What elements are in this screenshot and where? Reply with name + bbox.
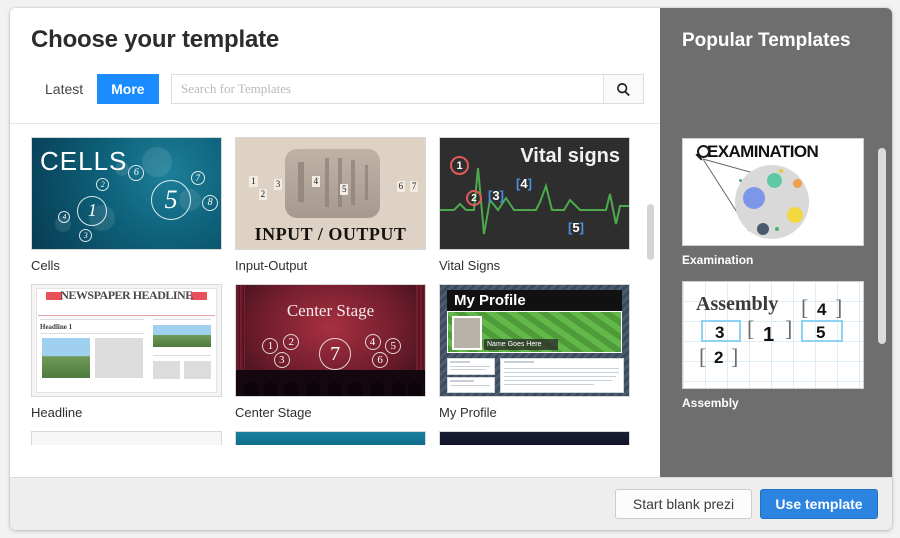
thumb-number: 3 [79,229,93,243]
tab-more[interactable]: More [97,74,159,104]
template-grid: CELLS 1 5 2 3 4 6 7 8 Cells 1 2 3 4 5 6 … [31,137,631,445]
search-button[interactable] [603,75,643,103]
template-card-headline[interactable]: NEWSPAPER HEADLINE Headline 1 Headline [31,284,222,421]
thumb-number: 4 [520,176,528,191]
search-input[interactable] [172,75,603,103]
template-label: Vital Signs [439,258,501,273]
template-card-cells[interactable]: CELLS 1 5 2 3 4 6 7 8 Cells [31,137,222,274]
start-blank-prezi-button[interactable]: Start blank prezi [615,489,752,519]
template-card-input-output[interactable]: 1 2 3 4 5 6 7 INPUT / OUTPUT Input-Outpu… [235,137,426,274]
template-thumbnail: Vital signs 1 2 [3] [4] [5] [439,137,630,250]
sidebar-template-list: EXAMINATION Examination Assembly [1] [… [682,138,864,424]
thumb-number: 3 [492,188,500,203]
thumb-number: 7 [190,171,205,186]
thumb-title: My Profile [454,292,526,309]
template-card-my-profile[interactable]: My Profile Name Goes Here My Profile [439,284,630,421]
thumb-title: INPUT / OUTPUT [254,224,407,244]
template-thumbnail: 1 2 3 4 5 6 7 INPUT / OUTPUT [235,137,426,250]
template-thumbnail: CELLS 1 5 2 3 4 6 7 8 [31,137,222,250]
template-card-center-stage[interactable]: Center Stage 7 1 2 3 4 5 6 Center Stage [235,284,426,421]
template-chooser-dialog: Choose your template Latest More Search … [10,8,892,530]
thumb-number: 1 [450,156,469,175]
thumb-title: Vital signs [520,145,620,167]
sidebar-scrollbar-thumb[interactable] [878,148,886,344]
thumb-number: 7 [319,338,352,371]
thumb-number: 3 [273,351,290,368]
thumb-number: 4 [364,333,381,350]
thumb-number: 2 [466,190,482,206]
thumb-subtitle: Headline 1 [40,323,73,331]
thumb-number: 1 [763,324,775,346]
use-template-button[interactable]: Use template [760,489,878,519]
thumb-number: 2 [714,348,724,367]
main-panel: Choose your template Latest More Search … [10,8,660,530]
tab-latest[interactable]: Latest [31,74,97,104]
template-thumbnail: My Profile Name Goes Here [439,284,630,397]
thumb-number: 6 [128,164,145,181]
grid-scrollbar-thumb[interactable] [647,204,654,260]
filter-tabs: Latest More [31,74,159,106]
thumb-title: NEWSPAPER HEADLINE [60,288,193,302]
thumb-number: 5 [151,180,192,221]
thumb-number: 1 [77,195,108,226]
template-label: Center Stage [235,405,312,420]
thumb-number: 1 [262,338,279,355]
search-box [171,74,644,104]
sidebar-template-label: Examination [682,253,754,267]
template-thumbnail-partial[interactable] [439,431,630,445]
template-thumbnail: NEWSPAPER HEADLINE Headline 1 [31,284,222,397]
dialog-footer: Start blank prezi Use template [10,477,892,530]
template-label: My Profile [439,405,497,420]
sidebar-template-label: Assembly [682,396,739,410]
dialog-header: Choose your template Latest More [10,8,660,123]
popular-templates-sidebar: Popular Templates EXAMINATION Examinatio… [660,8,892,477]
template-thumbnail-partial[interactable] [235,431,426,445]
thumb-title: Center Stage [286,301,375,320]
thumb-title: Assembly [696,293,779,315]
template-label: Headline [31,405,83,420]
thumb-number: 3 [715,323,725,342]
thumb-number: 8 [202,194,219,211]
thumb-number: 4 [817,300,827,319]
thumb-number: 5 [385,338,402,355]
thumb-number: 2 [283,333,300,350]
thumb-number: 2 [96,177,110,191]
sidebar-title: Popular Templates [682,30,851,51]
template-label: Cells [31,258,60,273]
sidebar-thumbnail: Assembly [ 1 ] [ 2 ] 3 [ 4 ] 5 [682,281,864,389]
template-card-vital-signs[interactable]: Vital signs 1 2 [3] [4] [5] Vital Signs [439,137,630,274]
search-icon [617,82,630,96]
template-thumbnail-partial[interactable] [31,431,222,445]
thumb-number: 5 [816,323,826,342]
template-label: Input-Output [235,258,308,273]
sidebar-card-assembly[interactable]: Assembly [ 1 ] [ 2 ] 3 [ 4 ] 5 Assembly [682,281,864,410]
sidebar-card-examination[interactable]: EXAMINATION Examination [682,138,864,267]
thumb-number: 5 [572,220,580,235]
sidebar-thumbnail: EXAMINATION [682,138,864,246]
thumb-number: 6 [372,351,389,368]
page-title: Choose your template [31,26,280,53]
thumb-subtitle: Name Goes Here [484,339,558,350]
template-grid-scroll-area[interactable]: CELLS 1 5 2 3 4 6 7 8 Cells 1 2 3 4 5 6 … [10,123,660,480]
thumb-title: CELLS [40,146,128,176]
template-thumbnail: Center Stage 7 1 2 3 4 5 6 [235,284,426,397]
